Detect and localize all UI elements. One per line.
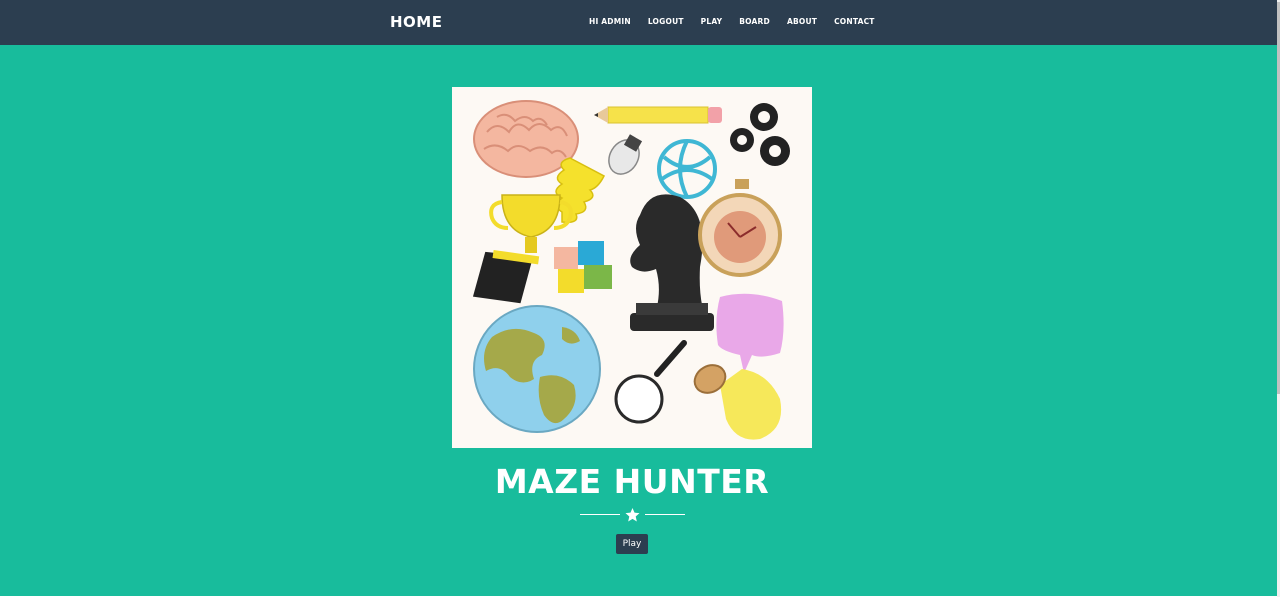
navbar: HOME HI ADMIN LOGOUT PLAY BOARD ABOUT CO…: [0, 0, 1280, 45]
play-button[interactable]: Play: [616, 534, 648, 554]
chess-knight-illustration: [630, 194, 714, 331]
nav-link-contact[interactable]: CONTACT: [834, 17, 875, 26]
wire-globe-illustration: [657, 139, 717, 199]
star-icon: [625, 508, 640, 522]
hero-title: MAZE HUNTER: [494, 462, 770, 501]
divider-line-right: [645, 514, 685, 515]
magnifying-glass-illustration: [614, 340, 687, 424]
nav-links: HI ADMIN LOGOUT PLAY BOARD ABOUT CONTACT: [589, 17, 892, 26]
nav-link-logout[interactable]: LOGOUT: [648, 17, 684, 26]
nav-link-about[interactable]: ABOUT: [787, 17, 817, 26]
star-divider: [580, 507, 685, 523]
nav-link-play[interactable]: PLAY: [701, 17, 723, 26]
stopwatch-illustration: [698, 179, 782, 277]
nav-link-board[interactable]: BOARD: [739, 17, 770, 26]
pencil-illustration: [594, 106, 722, 124]
puzzle-illustration: [554, 241, 612, 293]
home-brand-link[interactable]: HOME: [390, 13, 442, 31]
divider-line-left: [580, 514, 620, 515]
hero-illustration: [452, 87, 812, 448]
nav-link-hi-admin[interactable]: HI ADMIN: [589, 17, 631, 26]
gears-illustration: [730, 103, 790, 166]
light-bulb-illustration: [693, 364, 782, 440]
earth-globe-illustration: [473, 305, 601, 433]
speech-bubble-illustration: [716, 293, 784, 373]
